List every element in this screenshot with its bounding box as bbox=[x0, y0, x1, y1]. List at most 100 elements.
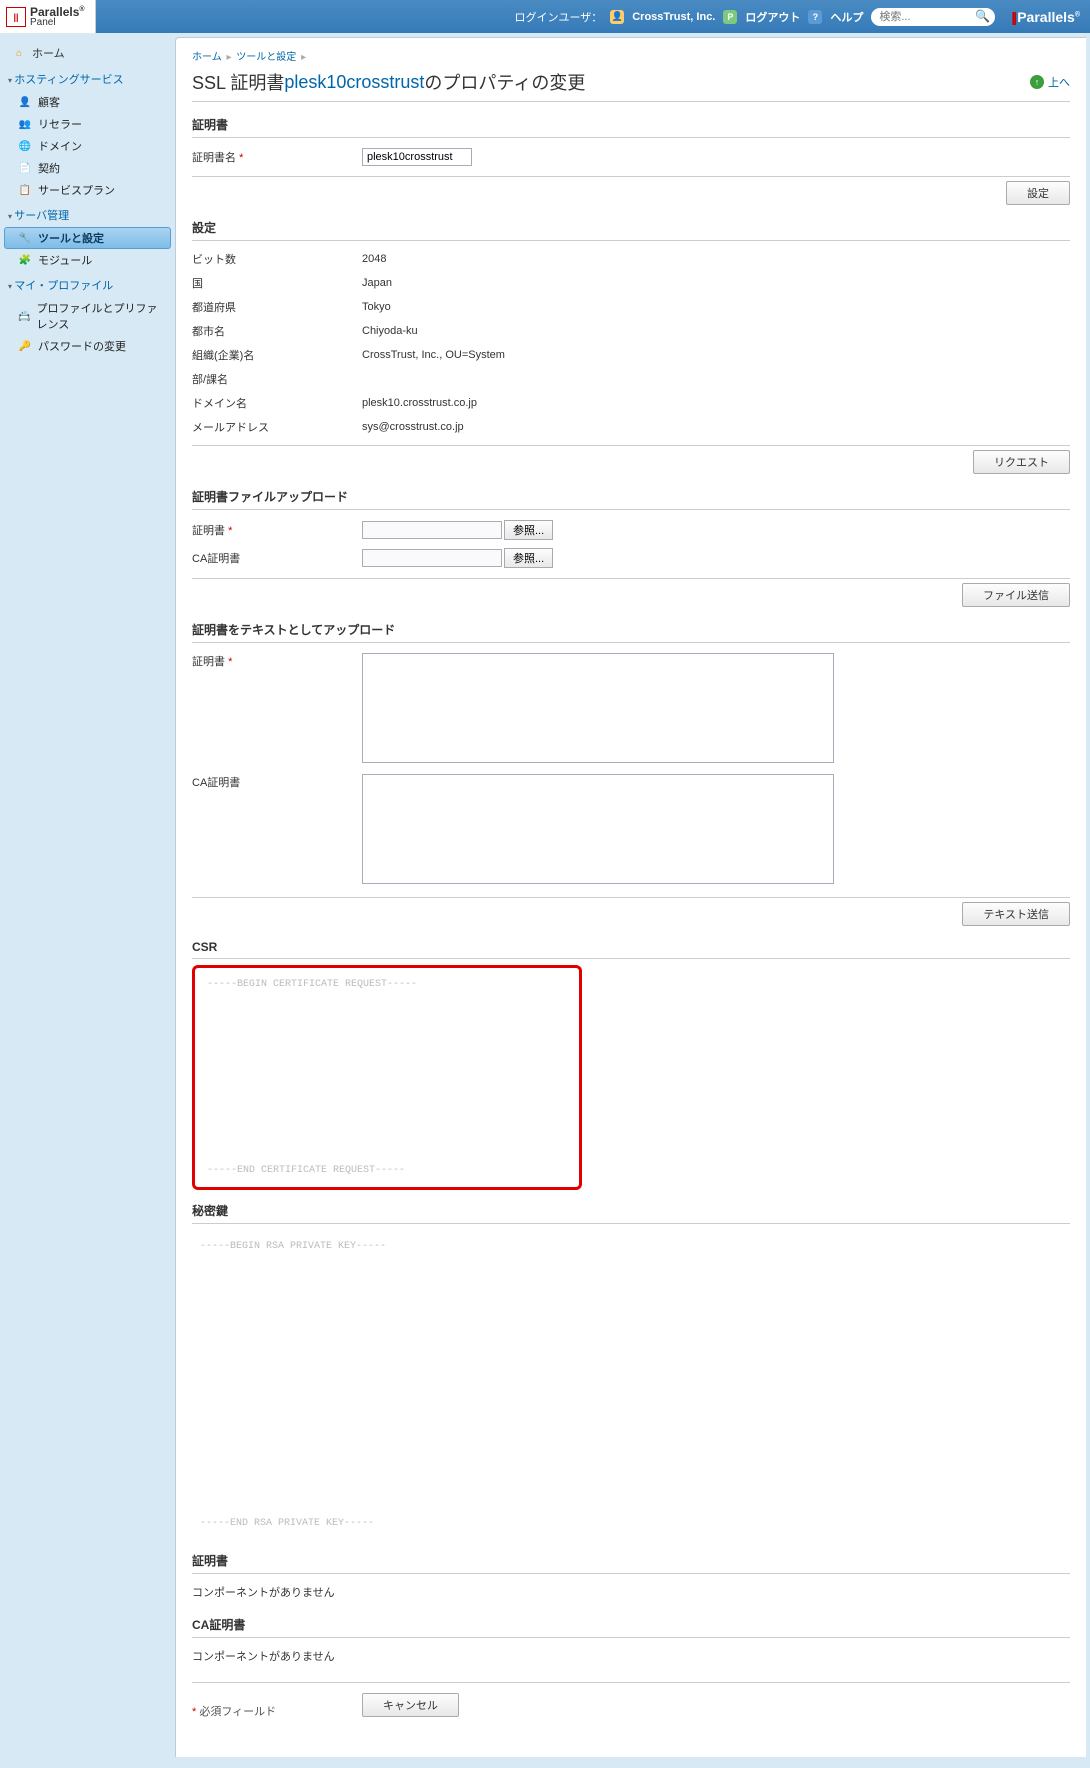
search-box: 🔍 bbox=[871, 8, 995, 26]
upload-ca-label: CA証明書 bbox=[192, 550, 362, 566]
home-icon: ⌂ bbox=[12, 46, 26, 60]
settings-value: Japan bbox=[362, 277, 392, 289]
settings-value: Tokyo bbox=[362, 301, 391, 313]
settings-value: 2048 bbox=[362, 253, 386, 265]
user-icon: 👤 bbox=[18, 95, 32, 109]
login-user-label: ログインユーザ： bbox=[514, 9, 602, 25]
password-icon: 🔑 bbox=[18, 339, 32, 353]
upload-ca-browse[interactable]: 参照... bbox=[504, 548, 553, 568]
sidebar-section-hosting[interactable]: ホスティングサービス bbox=[4, 65, 171, 91]
breadcrumb-sep: ▸ bbox=[299, 52, 308, 63]
domain-icon: 🌐 bbox=[18, 139, 32, 153]
settings-row: 組織(企業)名CrossTrust, Inc., OU=System bbox=[192, 343, 1070, 367]
key-end: -----END RSA PRIVATE KEY----- bbox=[192, 1511, 1070, 1536]
settings-row: 都市名Chiyoda-ku bbox=[192, 319, 1070, 343]
text-ca-label: CA証明書 bbox=[192, 774, 362, 790]
plan-icon: 📋 bbox=[18, 183, 32, 197]
settings-row: 都道府県Tokyo bbox=[192, 295, 1070, 319]
module-icon: 🧩 bbox=[18, 253, 32, 267]
brand: ||Parallels® bbox=[1011, 9, 1080, 25]
section-key-heading: 秘密鍵 bbox=[192, 1198, 1070, 1224]
section-cert2-heading: 証明書 bbox=[192, 1548, 1070, 1574]
settings-value: plesk10.crosstrust.co.jp bbox=[362, 397, 477, 409]
company-name[interactable]: CrossTrust, Inc. bbox=[632, 11, 715, 23]
sidebar-home-label: ホーム bbox=[32, 45, 65, 61]
sidebar: ⌂ ホーム ホスティングサービス 👤顧客 👥リセラー 🌐ドメイン 📄契約 📋サー… bbox=[0, 33, 175, 1761]
logo-text: Parallels® bbox=[30, 6, 85, 18]
sidebar-item-password[interactable]: 🔑パスワードの変更 bbox=[4, 335, 171, 357]
settings-button[interactable]: 設定 bbox=[1006, 181, 1070, 205]
search-icon[interactable]: 🔍 bbox=[975, 9, 991, 25]
sidebar-item-modules[interactable]: 🧩モジュール bbox=[4, 249, 171, 271]
settings-label: ドメイン名 bbox=[192, 395, 362, 411]
section-csr-heading: CSR bbox=[192, 936, 1070, 959]
sidebar-section-profile[interactable]: マイ・プロファイル bbox=[4, 271, 171, 297]
settings-label: 都市名 bbox=[192, 323, 362, 339]
logo-block: || Parallels® Panel bbox=[0, 0, 96, 33]
file-send-button[interactable]: ファイル送信 bbox=[962, 583, 1070, 607]
upload-cert-browse[interactable]: 参照... bbox=[504, 520, 553, 540]
help-icon: ? bbox=[808, 10, 822, 24]
logo-subtext: Panel bbox=[30, 18, 85, 28]
help-link[interactable]: ヘルプ bbox=[830, 9, 863, 25]
reseller-icon: 👥 bbox=[18, 117, 32, 131]
csr-block: -----BEGIN CERTIFICATE REQUEST----- ----… bbox=[192, 965, 582, 1190]
key-block: -----BEGIN RSA PRIVATE KEY----- -----END… bbox=[192, 1230, 1070, 1540]
sidebar-item-profile-prefs[interactable]: 📇プロファイルとプリファレンス bbox=[4, 297, 171, 335]
section-settings-heading: 設定 bbox=[192, 215, 1070, 241]
sidebar-item-resellers[interactable]: 👥リセラー bbox=[4, 113, 171, 135]
breadcrumb: ホーム ▸ ツールと設定 ▸ bbox=[192, 46, 1070, 69]
sidebar-item-tools-settings[interactable]: 🔧ツールと設定 bbox=[4, 227, 171, 249]
text-send-button[interactable]: テキスト送信 bbox=[962, 902, 1070, 926]
profile-icon: 📇 bbox=[18, 309, 30, 323]
section-upload-heading: 証明書ファイルアップロード bbox=[192, 484, 1070, 510]
upload-cert-label: 証明書 * bbox=[192, 522, 362, 538]
settings-label: ビット数 bbox=[192, 251, 362, 267]
settings-label: 部/課名 bbox=[192, 371, 362, 387]
settings-value: CrossTrust, Inc., OU=System bbox=[362, 349, 505, 361]
section-cert-heading: 証明書 bbox=[192, 112, 1070, 138]
csr-end: -----END CERTIFICATE REQUEST----- bbox=[199, 1158, 575, 1183]
sidebar-item-customers[interactable]: 👤顧客 bbox=[4, 91, 171, 113]
search-input[interactable] bbox=[875, 9, 975, 25]
section-text-upload-heading: 証明書をテキストとしてアップロード bbox=[192, 617, 1070, 643]
breadcrumb-tools[interactable]: ツールと設定 bbox=[236, 52, 296, 63]
up-link[interactable]: ↑ 上へ bbox=[1030, 74, 1070, 90]
settings-value: sys@crosstrust.co.jp bbox=[362, 421, 464, 433]
content: ホーム ▸ ツールと設定 ▸ SSL 証明書 plesk10crosstrust… bbox=[175, 37, 1086, 1757]
settings-label: 国 bbox=[192, 275, 362, 291]
settings-row: ドメイン名plesk10.crosstrust.co.jp bbox=[192, 391, 1070, 415]
cert-name-label: 証明書名 * bbox=[192, 149, 362, 165]
request-button[interactable]: リクエスト bbox=[973, 450, 1070, 474]
user-icon: 👤 bbox=[610, 10, 624, 24]
cert-name: plesk10crosstrust bbox=[284, 72, 424, 93]
settings-label: メールアドレス bbox=[192, 419, 362, 435]
sidebar-home[interactable]: ⌂ ホーム bbox=[4, 41, 171, 65]
upload-cert-field[interactable] bbox=[362, 521, 502, 539]
text-ca-textarea[interactable] bbox=[362, 774, 834, 884]
tools-icon: 🔧 bbox=[18, 231, 32, 245]
page-title: SSL 証明書 plesk10crosstrust のプロパティの変更 ↑ 上へ bbox=[192, 69, 1070, 102]
logout-icon: P bbox=[723, 10, 737, 24]
upload-ca-field[interactable] bbox=[362, 549, 502, 567]
text-cert-textarea[interactable] bbox=[362, 653, 834, 763]
topbar: || Parallels® Panel ログインユーザ： 👤 CrossTrus… bbox=[0, 0, 1090, 33]
required-note: * 必須フィールド bbox=[192, 1691, 362, 1719]
settings-value: Chiyoda-ku bbox=[362, 325, 418, 337]
contract-icon: 📄 bbox=[18, 161, 32, 175]
cancel-button[interactable]: キャンセル bbox=[362, 1693, 459, 1717]
sidebar-item-plans[interactable]: 📋サービスプラン bbox=[4, 179, 171, 201]
ca2-msg: コンポーネントがありません bbox=[192, 1648, 335, 1664]
sidebar-item-domains[interactable]: 🌐ドメイン bbox=[4, 135, 171, 157]
logout-link[interactable]: ログアウト bbox=[745, 9, 800, 25]
settings-row: メールアドレスsys@crosstrust.co.jp bbox=[192, 415, 1070, 439]
sidebar-item-contracts[interactable]: 📄契約 bbox=[4, 157, 171, 179]
cert-name-input[interactable] bbox=[362, 148, 472, 166]
settings-row: 部/課名 bbox=[192, 367, 1070, 391]
csr-begin: -----BEGIN CERTIFICATE REQUEST----- bbox=[199, 972, 575, 997]
settings-label: 組織(企業)名 bbox=[192, 347, 362, 363]
settings-row: ビット数2048 bbox=[192, 247, 1070, 271]
breadcrumb-home[interactable]: ホーム bbox=[192, 52, 222, 63]
parallels-logo-icon: || bbox=[6, 7, 26, 27]
sidebar-section-server[interactable]: サーバ管理 bbox=[4, 201, 171, 227]
